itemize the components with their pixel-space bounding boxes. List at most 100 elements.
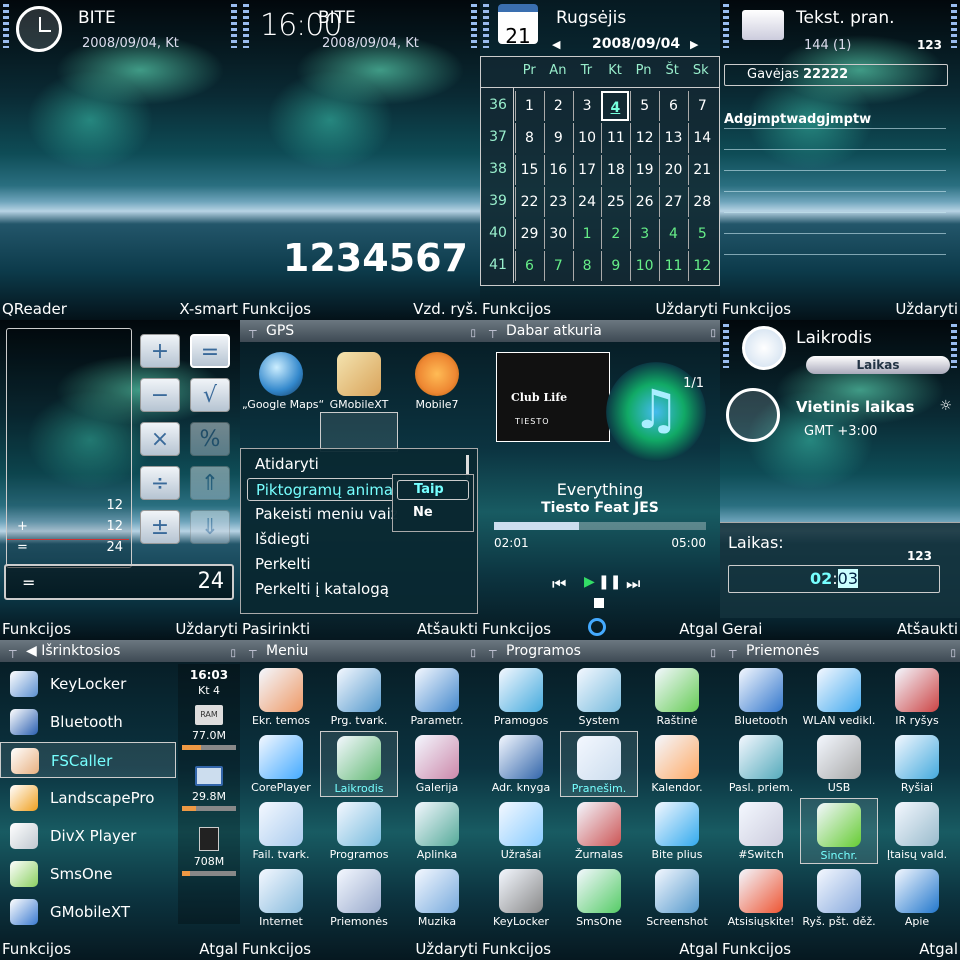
app-ra-tin-[interactable]: Raštinė	[638, 664, 716, 730]
favourite-item[interactable]: DivX Player	[0, 818, 176, 854]
calendar-day[interactable]: 30	[543, 219, 572, 249]
app-sinchr-[interactable]: Sinchr.	[800, 798, 878, 864]
softkey-right[interactable]: X-smart	[179, 300, 238, 318]
calendar-day[interactable]: 7	[543, 251, 572, 281]
prev-arrow-icon[interactable]: ◀	[552, 38, 560, 51]
calendar-day[interactable]: 26	[630, 187, 658, 217]
softkey-left[interactable]: Pasirinkti	[242, 620, 310, 638]
app-ry-iai[interactable]: Ryšiai	[878, 731, 956, 797]
app-atsisi-skite-[interactable]: Atsisiųskite!	[722, 865, 800, 931]
softkey-left[interactable]: Funkcijos	[482, 940, 551, 958]
app-system[interactable]: System	[560, 664, 638, 730]
app-parametr-[interactable]: Parametr.	[398, 664, 476, 730]
calendar-day[interactable]: 9	[601, 251, 629, 281]
play-icon[interactable]: ▶	[584, 574, 595, 590]
app-adr-knyga[interactable]: Adr. knyga	[482, 731, 560, 797]
app-mobile7[interactable]: Mobile7	[398, 346, 476, 416]
calendar-day[interactable]: 20	[659, 155, 687, 185]
dialed-number[interactable]: 1234567	[283, 236, 468, 280]
calendar-day[interactable]: 22	[515, 187, 543, 217]
app-coreplayer[interactable]: CorePlayer	[242, 731, 320, 797]
calendar-day[interactable]: 13	[659, 123, 687, 153]
softkey-left[interactable]: Funkcijos	[722, 300, 791, 318]
calendar-day[interactable]: 10	[572, 123, 601, 153]
app-priemon-s[interactable]: Priemonės	[320, 865, 398, 931]
favourite-item[interactable]: Bluetooth	[0, 704, 176, 740]
calendar-day[interactable]: 11	[659, 251, 687, 281]
calendar-day[interactable]: 14	[687, 123, 716, 153]
softkey-left[interactable]: QReader	[2, 300, 67, 318]
softkey-right[interactable]: Atgal	[199, 940, 238, 958]
menu-item[interactable]: Atidaryti	[247, 453, 397, 476]
progress-bar[interactable]	[494, 522, 706, 530]
back-arrow-icon[interactable]: ◀	[26, 643, 41, 659]
favourite-item[interactable]: LandscapePro	[0, 780, 176, 816]
app-internet[interactable]: Internet	[242, 865, 320, 931]
app-wlan-vedikl-[interactable]: WLAN vedikl.	[800, 664, 878, 730]
calendar-day[interactable]: 28	[687, 187, 716, 217]
calendar-day[interactable]: 9	[543, 123, 572, 153]
calendar-day[interactable]: 23	[543, 187, 572, 217]
softkey-right[interactable]: Vzd. ryš.	[413, 300, 478, 318]
app-kalendor-[interactable]: Kalendor.	[638, 731, 716, 797]
calendar-day[interactable]: 3	[630, 219, 658, 249]
divide-button[interactable]: ÷	[140, 466, 180, 500]
calendar-day[interactable]: 17	[572, 155, 601, 185]
menu-item[interactable]: Piktogramų animacija	[247, 478, 397, 501]
softkey-left[interactable]: Funkcijos	[2, 940, 71, 958]
favourite-item[interactable]: SmsOne	[0, 856, 176, 892]
menu-item[interactable]: Pakeisti meniu vaizdą	[247, 503, 397, 526]
app-ry-p-t-d-[interactable]: Ryš. pšt. děž.	[800, 865, 878, 931]
softkey-left[interactable]: Funkcijos	[482, 620, 551, 638]
softkey-left[interactable]: Funkcijos	[242, 940, 311, 958]
softkey-right[interactable]: Uždaryti	[895, 300, 958, 318]
calendar-day[interactable]: 10	[630, 251, 658, 281]
plus-button[interactable]: +	[140, 334, 180, 368]
softkey-left[interactable]: Funkcijos	[482, 300, 551, 318]
submenu-no[interactable]: Ne	[397, 505, 433, 520]
app-bluetooth[interactable]: Bluetooth	[722, 664, 800, 730]
app-programos[interactable]: Programos	[320, 798, 398, 864]
app-pramogos[interactable]: Pramogos	[482, 664, 560, 730]
app-prane-im-[interactable]: Pranešim.	[560, 731, 638, 797]
menu-item[interactable]: Perkelti į katalogą	[247, 578, 397, 601]
favourite-item[interactable]: FSCaller	[0, 742, 176, 778]
softkey-right[interactable]: Atšaukti	[417, 620, 478, 638]
app-muzika[interactable]: Muzika	[398, 865, 476, 931]
app-galerija[interactable]: Galerija	[398, 731, 476, 797]
memory-up-button[interactable]: ⇑	[190, 466, 230, 500]
app-ir-ry-ys[interactable]: IR ryšys	[878, 664, 956, 730]
softkey-right[interactable]: Atgal	[679, 620, 718, 638]
calendar-day[interactable]: 7	[687, 91, 716, 121]
app-aplinka[interactable]: Aplinka	[398, 798, 476, 864]
app-laikrodis[interactable]: Laikrodis	[320, 731, 398, 797]
app-smsone[interactable]: SmsOne	[560, 865, 638, 931]
softkey-right[interactable]: Uždaryti	[415, 940, 478, 958]
calendar-day[interactable]: 29	[515, 219, 543, 249]
stop-icon[interactable]	[594, 598, 604, 608]
calendar-day[interactable]: 8	[515, 123, 543, 153]
menu-item[interactable]: Perkelti	[247, 553, 397, 576]
sign-button[interactable]: ±	[140, 510, 180, 544]
calendar-day[interactable]: 2	[601, 219, 629, 249]
time-input[interactable]: 02:03	[728, 565, 940, 593]
app-keylocker[interactable]: KeyLocker	[482, 865, 560, 931]
next-arrow-icon[interactable]: ▶	[690, 38, 698, 51]
minus-button[interactable]: −	[140, 378, 180, 412]
calendar-day[interactable]: 5	[687, 219, 716, 249]
app-google-maps[interactable]: „Google Maps“	[242, 346, 324, 416]
sqrt-button[interactable]: √	[190, 378, 230, 412]
softkey-right[interactable]: Uždaryti	[175, 620, 238, 638]
memory-down-button[interactable]: ⇓	[190, 510, 230, 544]
favourite-item[interactable]: KeyLocker	[0, 666, 176, 702]
app--tais-vald-[interactable]: Įtaisų vald.	[878, 798, 956, 864]
calendar-day[interactable]: 21	[687, 155, 716, 185]
app-ekr-temos[interactable]: Ekr. temos	[242, 664, 320, 730]
calendar-day[interactable]: 19	[630, 155, 658, 185]
submenu-yes[interactable]: Taip	[397, 480, 469, 500]
calendar-day[interactable]: 1	[572, 219, 601, 249]
app-pasl-priem-[interactable]: Pasl. priem.	[722, 731, 800, 797]
calendar-day[interactable]: 8	[572, 251, 601, 281]
calendar-day[interactable]: 18	[601, 155, 629, 185]
app-prg-tvark-[interactable]: Prg. tvark.	[320, 664, 398, 730]
